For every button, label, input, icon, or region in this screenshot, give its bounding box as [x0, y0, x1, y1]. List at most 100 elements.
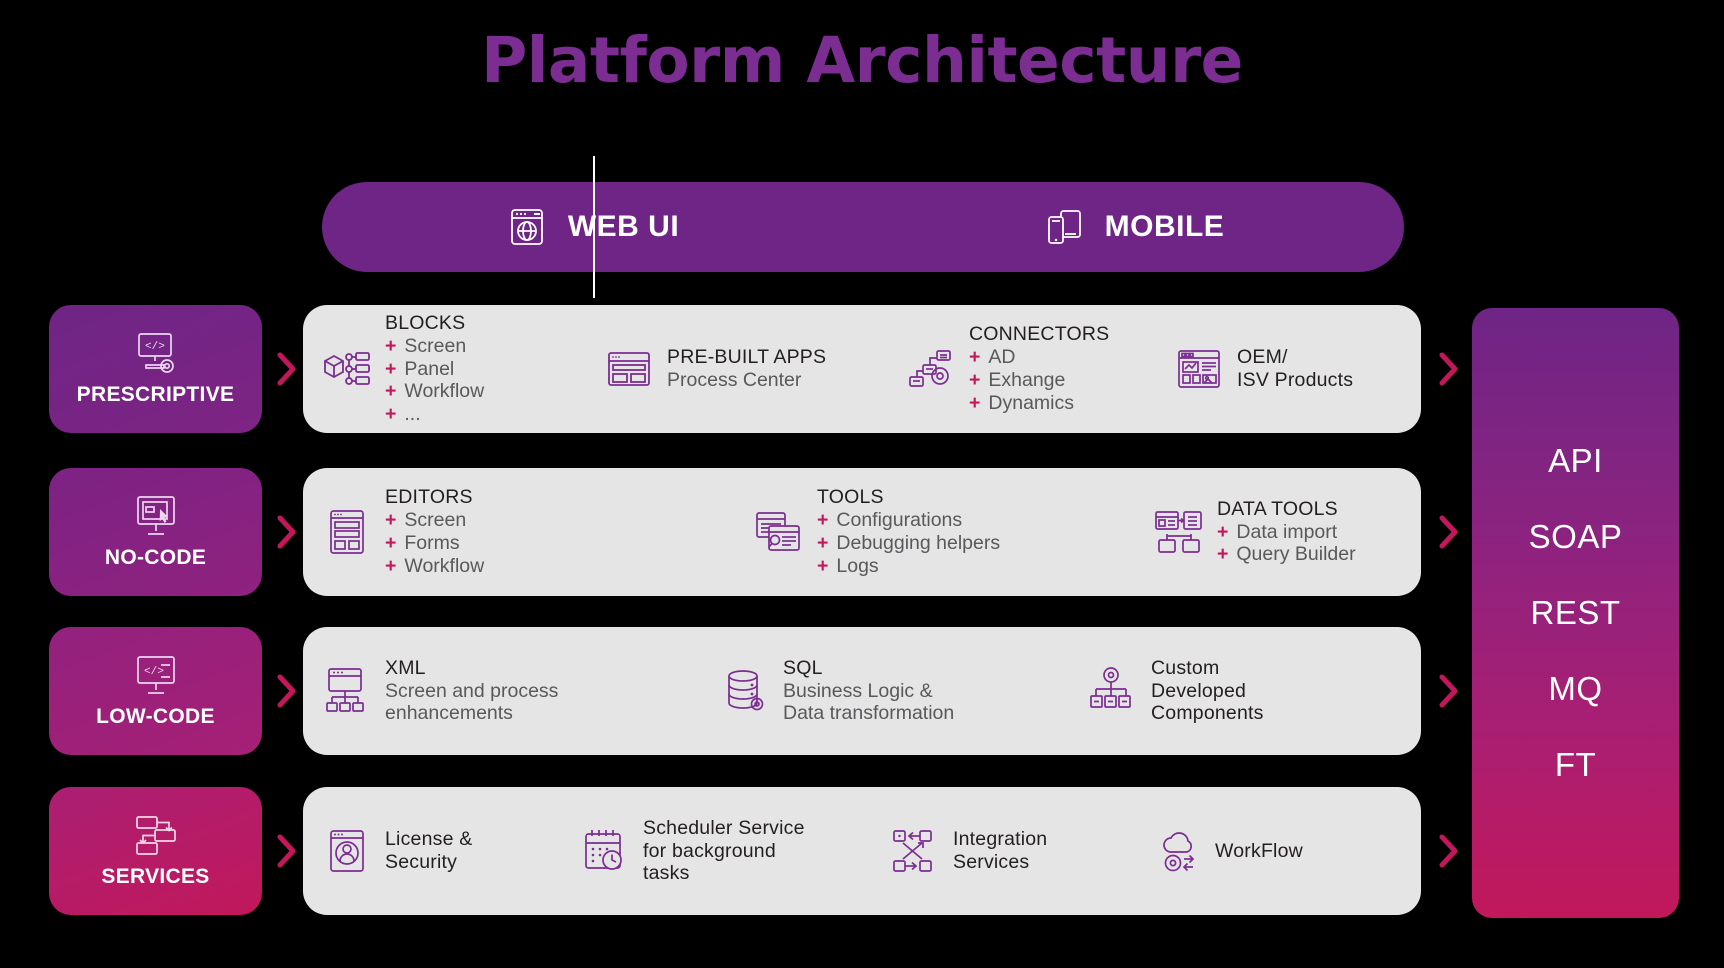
chevron-right-icon [274, 671, 300, 711]
content-panel-no-code: EDITORS + Screen + Forms + Workflow TOOL… [303, 468, 1421, 596]
tier-label: LOW-CODE [96, 705, 215, 728]
bullet-item: + Forms [385, 532, 484, 555]
protocol-item-soap: SOAP [1528, 518, 1623, 555]
monitor-code-icon: </> [131, 653, 181, 699]
plus-icon: + [969, 369, 981, 391]
tier-card-services[interactable]: SERVICES [49, 787, 262, 915]
channel-mobile[interactable]: MOBILE [863, 182, 1404, 272]
content-panel-prescriptive: BLOCKS + Screen + Panel + Workflow +... PRE… [303, 305, 1421, 433]
cell-title: Custom Developed Components [1151, 656, 1264, 725]
oem-dashboard-icon [1173, 343, 1225, 395]
cell-custom-components[interactable]: Custom Developed Components [1083, 657, 1268, 725]
cell-integration-services[interactable]: Integration Services [885, 825, 1147, 877]
channel-divider [592, 156, 595, 298]
chevron-right-icon [1436, 671, 1462, 711]
cell-subtitle: Process Center [667, 369, 802, 391]
tier-card-low-code[interactable]: </> LOW-CODE [49, 627, 262, 755]
plus-icon: + [385, 380, 397, 403]
bullet-label: ... [404, 403, 421, 426]
protocol-item-mq: MQ [1548, 670, 1603, 707]
cell-title: WorkFlow [1215, 839, 1303, 862]
plus-icon: + [969, 346, 981, 369]
tier-label: SERVICES [101, 865, 210, 888]
cell-blocks[interactable]: BLOCKS + Screen + Panel + Workflow +... [317, 312, 599, 426]
bullet-label: Workflow [404, 380, 485, 403]
channel-label: WEB UI [567, 210, 680, 243]
cell-tools[interactable]: TOOLS + Configurations + Debugging helpers… [749, 486, 1149, 577]
page-title: Platform Architecture [481, 24, 1243, 97]
cell-subtitle: Business Logic & Data transformation [783, 679, 955, 725]
protocol-panel: API SOAP REST MQ FT [1472, 308, 1679, 918]
tier-row-services: SERVICES License & Security Scheduler Se… [0, 787, 1724, 915]
cell-sql[interactable]: SQL Business Logic & Data transformation [715, 657, 1083, 725]
plus-icon: + [385, 532, 397, 554]
phone-tablet-icon [1043, 206, 1085, 248]
protocol-item-rest: REST [1530, 594, 1621, 631]
protocol-item-ft: FT [1554, 746, 1597, 783]
tier-card-no-code[interactable]: NO-CODE [49, 468, 262, 596]
bullet-item: + AD [969, 346, 1109, 369]
cell-title: DATA TOOLS [1217, 497, 1338, 520]
xml-window-tree-icon [321, 665, 373, 717]
plus-icon: + [969, 391, 981, 414]
tier-label: PRESCRIPTIVE [76, 383, 235, 406]
bullet-label: Screen [404, 509, 467, 532]
cell-oem-isv[interactable]: OEM/ ISV Products [1169, 343, 1357, 395]
cell-connectors[interactable]: CONNECTORS + AD + Exhange + Dynamics [901, 323, 1169, 414]
plus-icon: + [1217, 543, 1229, 566]
data-tools-server-icon [1153, 506, 1205, 558]
cell-data-tools[interactable]: DATA TOOLS + Data import + Query Builder [1149, 498, 1360, 566]
cell-title: SQL [783, 656, 823, 679]
custom-components-gear-icon [1087, 665, 1139, 717]
bullet-item: + Data import [1217, 521, 1356, 544]
prebuilt-apps-window-icon [603, 343, 655, 395]
channel-web-ui[interactable]: WEB UI [322, 156, 863, 298]
plus-icon: + [817, 509, 829, 532]
cell-license-security[interactable]: License & Security [317, 825, 575, 877]
cell-title: XML [385, 656, 426, 679]
tier-row-low-code: </> LOW-CODE XML Screen and process enha… [0, 627, 1724, 755]
sql-database-icon [719, 665, 771, 717]
bullet-item: + Debugging helpers [817, 532, 1000, 555]
content-panel-services: License & Security Scheduler Service for… [303, 787, 1421, 915]
chevron-right-icon [1436, 831, 1462, 871]
cell-workflow[interactable]: WorkFlow [1147, 825, 1307, 877]
chevron-right-icon [274, 512, 300, 552]
bullet-item: +... [385, 403, 484, 426]
cell-scheduler-service[interactable]: Scheduler Service for background tasks [575, 817, 885, 885]
cell-title: PRE-BUILT APPS [667, 346, 827, 369]
cell-editors[interactable]: EDITORS + Screen + Forms + Workflow [317, 486, 749, 577]
tier-row-prescriptive: </> PRESCRIPTIVE BLOCKS + Screen + Panel… [0, 305, 1724, 433]
cell-xml[interactable]: XML Screen and process enhancements [317, 657, 715, 725]
channel-label: MOBILE [1104, 210, 1225, 243]
cell-title: License & Security [385, 828, 473, 873]
cell-title: Integration Services [953, 828, 1048, 873]
bullet-list: + Configurations + Debugging helpers + Logs [817, 509, 1000, 577]
tier-card-prescriptive[interactable]: </> PRESCRIPTIVE [49, 305, 262, 433]
bullet-label: Panel [404, 357, 455, 380]
bullet-item: + Dynamics [969, 392, 1109, 415]
cell-subtitle: ISV Products [1237, 369, 1354, 391]
cell-prebuilt-apps[interactable]: PRE-BUILT APPS Process Center [599, 343, 901, 395]
tier-label: NO-CODE [104, 546, 207, 569]
cell-subtitle: Screen and process enhancements [385, 679, 559, 725]
monitor-cursor-icon [131, 494, 181, 540]
blocks-cube-icon [321, 343, 373, 395]
cell-title: OEM/ [1237, 346, 1288, 369]
bullet-label: Exhange [988, 369, 1066, 391]
license-user-icon [321, 825, 373, 877]
bullet-item: + Workflow [385, 555, 484, 578]
bullet-list: + Data import + Query Builder [1217, 521, 1356, 567]
browser-globe-icon [506, 206, 548, 248]
protocol-item-api: API [1548, 442, 1603, 479]
cell-title: TOOLS [817, 486, 884, 509]
bullet-label: Configurations [836, 509, 963, 532]
connectors-gear-icon [905, 343, 957, 395]
plus-icon: + [385, 403, 397, 426]
plus-icon: + [1217, 520, 1229, 543]
bullet-label: Workflow [404, 554, 485, 577]
plus-icon: + [385, 357, 397, 380]
bullet-list: + AD + Exhange + Dynamics [969, 346, 1109, 414]
chevron-right-icon [1436, 512, 1462, 552]
plus-icon: + [817, 554, 829, 577]
